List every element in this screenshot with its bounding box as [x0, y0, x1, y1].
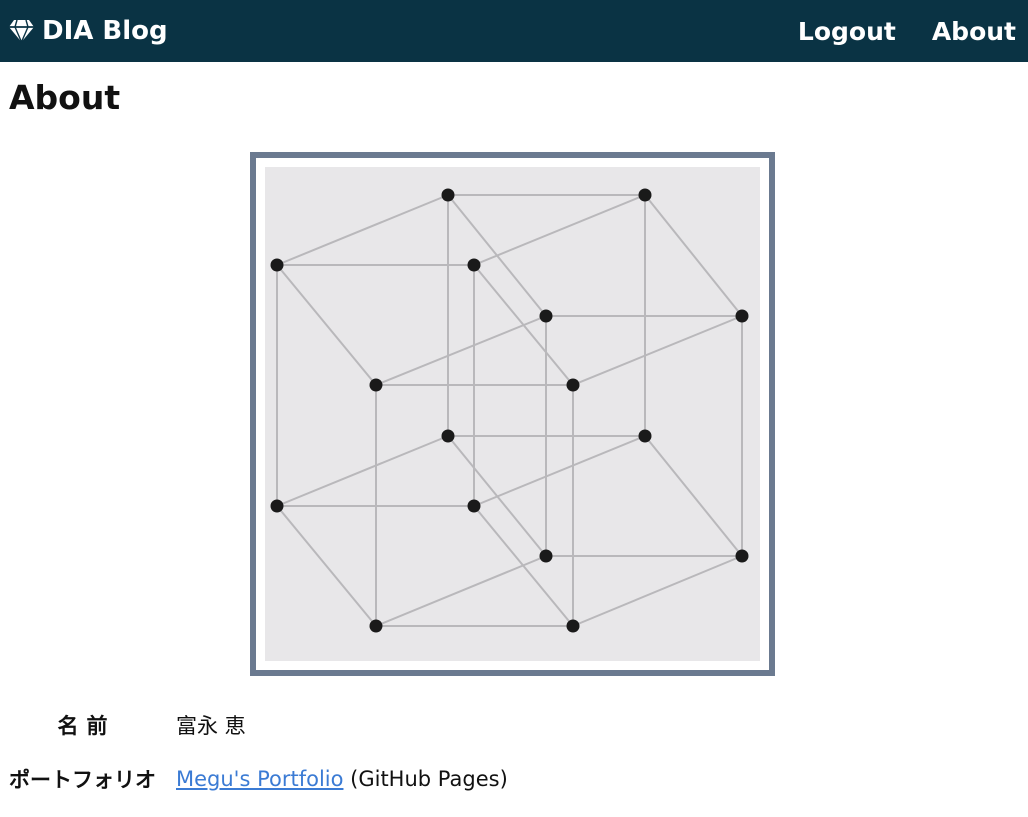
profile-portfolio-row: ポートフォリオ Megu's Portfolio (GitHub Pages) [0, 764, 508, 794]
profile-name-row: 名前 富永 恵 [0, 710, 246, 740]
tesseract-vertex [566, 619, 580, 633]
tesseract-vertex [270, 499, 284, 513]
gem-icon [9, 19, 34, 43]
tesseract-vertex [441, 188, 455, 202]
tesseract-vertex [735, 309, 749, 323]
portfolio-label: ポートフォリオ [9, 768, 156, 792]
portfolio-suffix: (GitHub Pages) [343, 767, 508, 791]
portfolio-value: Megu's Portfolio (GitHub Pages) [176, 767, 508, 791]
tesseract-vertex [369, 378, 383, 392]
tesseract-vertex [539, 549, 553, 563]
nav-links: Logout About [762, 17, 1016, 46]
tesseract-vertex [369, 619, 383, 633]
tesseract-vertex [566, 378, 580, 392]
tesseract-vertex [735, 549, 749, 563]
portfolio-link[interactable]: Megu's Portfolio [176, 767, 343, 791]
tesseract-vertex [270, 258, 284, 272]
tesseract-vertex [467, 258, 481, 272]
navbar: DIA Blog Logout About [0, 0, 1028, 62]
name-value: 富永 恵 [176, 714, 246, 738]
tesseract-vertex [638, 188, 652, 202]
tesseract-image [265, 167, 760, 661]
tesseract-vertex [539, 309, 553, 323]
brand-label: DIA Blog [42, 16, 168, 46]
avatar-frame [250, 152, 775, 676]
brand-link[interactable]: DIA Blog [8, 16, 168, 46]
tesseract-vertex [638, 429, 652, 443]
about-link[interactable]: About [932, 17, 1016, 46]
tesseract-vertex [467, 499, 481, 513]
name-label: 名前 [57, 714, 116, 738]
page-title: About [9, 78, 121, 117]
tesseract-vertex [441, 429, 455, 443]
logout-link[interactable]: Logout [798, 17, 896, 46]
